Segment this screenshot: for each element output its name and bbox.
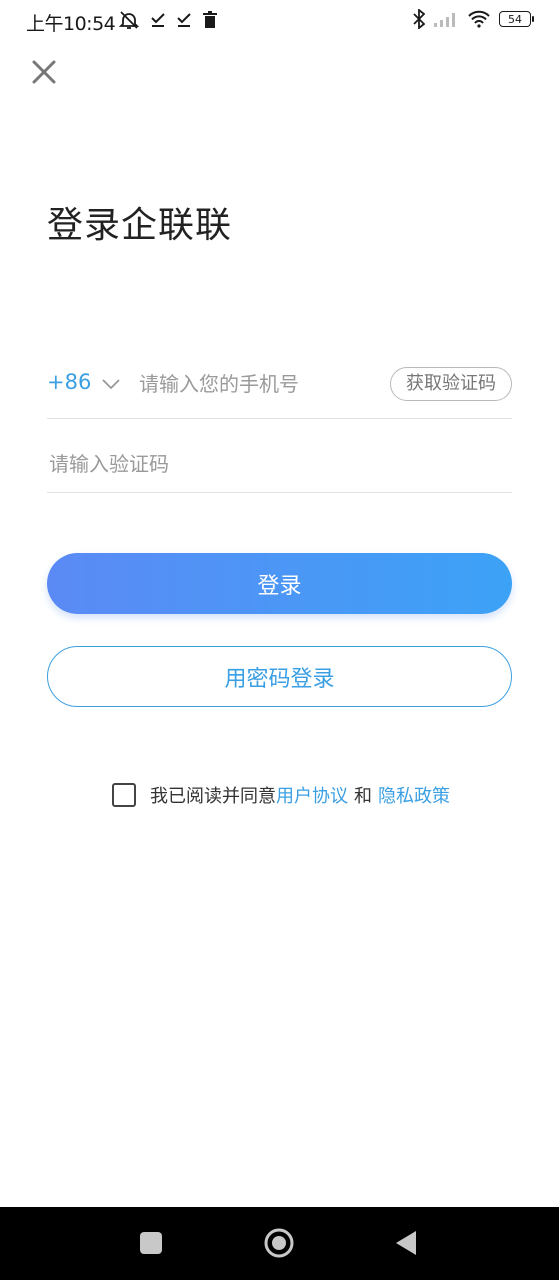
check-icon — [151, 13, 165, 27]
agreement: 我已阅读并同意 用户协议 和 隐私政策 — [112, 782, 450, 808]
get-code-button[interactable]: 获取验证码 — [390, 367, 512, 401]
status-bar: 上午10:54 54 — [0, 0, 559, 40]
wifi-icon — [468, 10, 490, 28]
country-code[interactable]: +86 — [47, 370, 91, 394]
status-icons-left — [118, 10, 218, 30]
chevron-down-icon[interactable] — [101, 374, 121, 394]
login-screen: 上午10:54 54 登录企联联 +86 请输入您的手机号 获取验证码 请输入验… — [0, 0, 559, 1280]
recent-apps-icon[interactable] — [140, 1232, 162, 1254]
agreement-checkbox[interactable] — [112, 783, 136, 807]
user-agreement-link[interactable]: 用户协议 — [276, 782, 348, 808]
status-icons-right: 54 — [413, 9, 534, 29]
privacy-policy-link[interactable]: 隐私政策 — [378, 782, 450, 808]
check-icon — [177, 13, 191, 27]
battery-level: 54 — [508, 12, 522, 26]
agreement-prefix: 我已阅读并同意 — [150, 786, 276, 807]
agreement-and: 和 — [354, 786, 372, 807]
bluetooth-icon — [413, 9, 425, 29]
phone-input[interactable] — [137, 366, 371, 402]
close-button[interactable] — [30, 58, 58, 86]
back-icon[interactable] — [394, 1229, 418, 1257]
page-title: 登录企联联 — [47, 205, 233, 246]
status-time: 上午10:54 — [26, 13, 116, 35]
signal-icon — [434, 13, 455, 27]
battery-icon: 54 — [499, 11, 534, 27]
login-button[interactable]: 登录 — [47, 553, 512, 614]
trash-icon — [203, 11, 217, 28]
navigation-bar — [0, 1207, 559, 1280]
verification-code-input[interactable] — [47, 446, 451, 482]
home-icon[interactable] — [263, 1227, 295, 1259]
code-row — [47, 432, 512, 493]
alarm-off-icon — [118, 11, 140, 29]
password-login-button[interactable]: 用密码登录 — [47, 646, 512, 707]
phone-row: +86 获取验证码 — [47, 352, 512, 419]
close-icon — [32, 60, 56, 84]
